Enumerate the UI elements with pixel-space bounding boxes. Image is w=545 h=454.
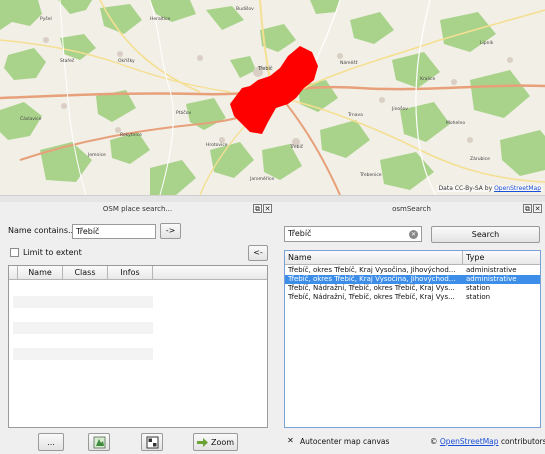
svg-text:Jaroměřice: Jaroměřice	[249, 175, 274, 182]
copyright-symbol: ©	[430, 437, 438, 446]
svg-text:Ptáčov: Ptáčov	[176, 109, 191, 116]
more-options-label: ...	[47, 437, 55, 447]
name-contains-input[interactable]: Třebíč	[72, 224, 156, 239]
search-input-value: Třebíč	[288, 229, 312, 238]
svg-text:Pyšel: Pyšel	[40, 15, 52, 22]
close-icon[interactable]: ✕	[263, 204, 272, 213]
result-type: station	[466, 293, 491, 301]
table-row	[13, 296, 153, 308]
column-header-name[interactable]: Name	[285, 251, 463, 265]
osm-place-search-panel: OSM place search... ⧉ ✕ Name contains...…	[0, 202, 275, 454]
osmsearch-panel: osmSearch ⧉ ✕ Třebíč ✕ Search Name Type …	[278, 202, 545, 454]
osm-copyright: © OpenStreetMap contributors	[430, 437, 545, 446]
column-header-infos[interactable]: Infos	[108, 266, 153, 280]
attribution-prefix: Data CC-By-SA by	[438, 185, 493, 192]
svg-text:Lipník: Lipník	[480, 39, 494, 46]
table-row	[13, 348, 153, 360]
go-button[interactable]: ->	[160, 223, 181, 239]
table-corner	[9, 266, 18, 280]
grid-icon	[146, 436, 158, 448]
arrow-right-icon	[196, 437, 208, 447]
column-header-type[interactable]: Type	[463, 251, 540, 265]
svg-text:Rokytnice: Rokytnice	[120, 132, 142, 138]
panel-title: OSM place search...	[102, 205, 173, 213]
search-results-table[interactable]: Name Type Třebíč, okres Třebíč, Kraj Vys…	[284, 250, 541, 428]
results-table[interactable]: Name Class Infos	[8, 265, 268, 428]
svg-text:Třebenice: Třebenice	[359, 171, 382, 178]
clear-icon[interactable]: ✕	[409, 230, 418, 239]
more-options-button[interactable]: ...	[38, 433, 64, 451]
svg-text:Hrotovice: Hrotovice	[206, 142, 228, 148]
result-name: Třebíč, Nádražní, Třebíč, okres Třebíč, …	[288, 293, 455, 301]
table-row	[13, 322, 153, 334]
svg-text:Čáslavice: Čáslavice	[20, 115, 42, 122]
svg-text:Okříšky: Okříšky	[118, 57, 135, 64]
layer-icon	[93, 436, 105, 448]
limit-to-extent-checkbox[interactable]	[10, 248, 19, 257]
result-row-selected[interactable]: Třebíč, okres Třebíč, Kraj Vysočina, Jih…	[285, 275, 540, 284]
result-row[interactable]: Třebíč, okres Třebíč, Kraj Vysočina, Jih…	[285, 266, 540, 275]
svg-text:Stařeč: Stařeč	[60, 57, 75, 64]
close-icon[interactable]: ✕	[533, 204, 542, 213]
limit-to-extent-label: Limit to extent	[23, 248, 82, 257]
zoom-label: Zoom	[210, 437, 235, 447]
result-name: Třebíč, Nádražní, Třebíč, okres Třebíč, …	[288, 284, 455, 292]
copyright-suffix: contributors	[500, 437, 545, 446]
svg-text:Budišov: Budišov	[236, 5, 254, 12]
attribution-link[interactable]: OpenStreetMap	[494, 185, 541, 192]
name-contains-label: Name contains...	[8, 226, 76, 235]
result-name: Třebíč, okres Třebíč, Kraj Vysočina, Jih…	[288, 275, 456, 283]
zoom-button[interactable]: Zoom	[193, 433, 238, 451]
layer-button[interactable]	[88, 433, 110, 451]
column-header-filler	[153, 266, 267, 280]
copyright-link[interactable]: OpenStreetMap	[440, 437, 499, 446]
result-name: Třebíč, okres Třebíč, Kraj Vysočina, Jih…	[288, 266, 456, 274]
svg-text:Trnava: Trnava	[347, 112, 363, 118]
panel-title: osmSearch	[392, 205, 431, 213]
autocenter-checkbox[interactable]	[286, 437, 295, 446]
search-input[interactable]: Třebíč ✕	[284, 226, 422, 242]
map-attribution: Data CC-By-SA by OpenStreetMap	[436, 185, 543, 192]
result-type: station	[466, 284, 491, 292]
dock-splitter[interactable]	[0, 195, 545, 202]
svg-text:Zárubice: Zárubice	[470, 155, 490, 162]
column-header-name[interactable]: Name	[18, 266, 63, 280]
column-header-class[interactable]: Class	[63, 266, 108, 280]
map-center-label: Třebíč	[257, 65, 273, 72]
map-canvas[interactable]: Budišov Heraltice Stařeč Okříšky Ptáčov Tře…	[0, 0, 545, 195]
svg-text:Třebíč: Třebíč	[289, 143, 304, 150]
back-button[interactable]: <-	[248, 245, 268, 261]
result-type: administrative	[466, 275, 517, 283]
result-row[interactable]: Třebíč, Nádražní, Třebíč, okres Třebíč, …	[285, 284, 540, 293]
autocenter-label: Autocenter map canvas	[300, 437, 390, 446]
map-render: Budišov Heraltice Stařeč Okříšky Ptáčov Tře…	[0, 0, 545, 195]
svg-text:Kralice: Kralice	[420, 76, 436, 82]
grid-button[interactable]	[141, 433, 163, 451]
svg-text:Náměšť: Náměšť	[340, 59, 358, 66]
result-type: administrative	[466, 266, 517, 274]
svg-text:Mohelno: Mohelno	[446, 120, 465, 126]
restore-icon[interactable]: ⧉	[253, 204, 262, 213]
result-row[interactable]: Třebíč, Nádražní, Třebíč, okres Třebíč, …	[285, 293, 540, 302]
svg-text:Jemnice: Jemnice	[87, 152, 106, 158]
restore-icon[interactable]: ⧉	[523, 204, 532, 213]
svg-text:Jinošov: Jinošov	[391, 105, 408, 112]
svg-text:Heraltice: Heraltice	[150, 16, 170, 22]
search-button[interactable]: Search	[431, 226, 540, 243]
